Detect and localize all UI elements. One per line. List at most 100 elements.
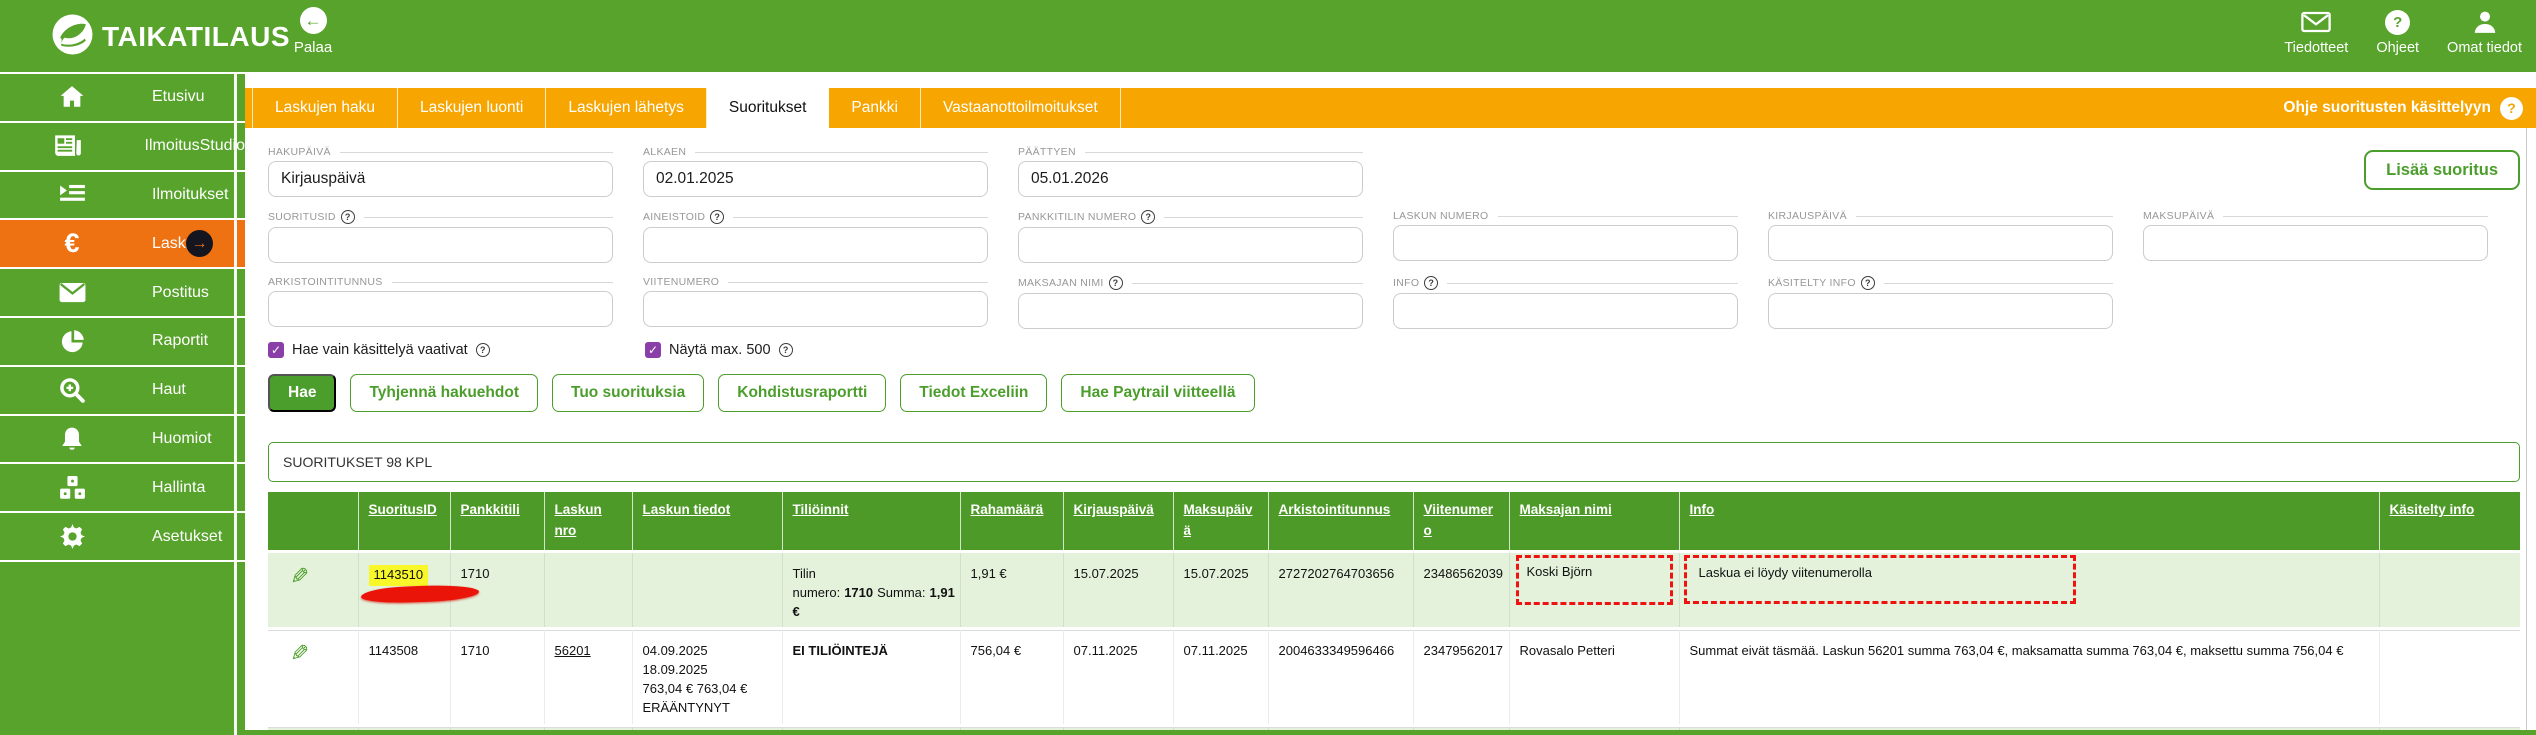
help-icon[interactable]: ? [1861,276,1875,290]
col-pankkitili[interactable]: Pankkitili [450,492,544,551]
hae-button[interactable]: Hae [268,374,336,412]
help-icon[interactable]: ? [476,343,490,357]
laskun-numero-input[interactable] [1393,225,1738,261]
sidebar-item-huomiot[interactable]: Huomiot [0,416,245,465]
cubes-icon [50,475,94,500]
viitenumero-input[interactable] [643,291,988,327]
tiedot-exceliin-button[interactable]: Tiedot Exceliin [900,374,1047,412]
pankkitilin-numero-input[interactable] [1018,227,1363,263]
tuo-suorituksia-button[interactable]: Tuo suorituksia [552,374,704,412]
yellow-highlight-annotation: 1143510 [369,565,429,586]
checkbox-row: ✓ Hae vain käsittelyä vaativat ? ✓ Näytä… [268,342,2520,358]
help-link[interactable]: Ohje suoritusten käsittelyyn ? [2283,88,2536,128]
maksupaiva-input[interactable] [2143,225,2488,261]
paattyen-input[interactable]: 05.01.2026 [1018,161,1363,197]
col-maksupaiva[interactable]: Maksupäivä [1173,492,1268,551]
col-kasitelty-info[interactable]: Käsitelty info [2379,492,2520,551]
col-laskun-nro[interactable]: Laskun nro [544,492,632,551]
col-viitenumero[interactable]: Viitenumero [1413,492,1509,551]
kasitelty-info-input[interactable] [1768,293,2113,329]
table-header-row: SuoritusID Pankkitili Laskun nro Laskun … [268,492,2520,551]
help-icon[interactable]: ? [1424,276,1438,290]
aineistoid-field: AINEISTOID? [643,210,988,263]
sidebar-item-hallinta[interactable]: Hallinta [0,464,245,513]
alkaen-input[interactable]: 02.01.2025 [643,161,988,197]
sidebar-item-ilmoitukset[interactable]: Ilmoitukset [0,172,245,221]
open-submenu-arrow-icon[interactable]: → [186,230,213,257]
back-arrow-icon: ← [300,7,327,34]
kirjauspaiva-field: KIRJAUSPÄIVÄ [1768,210,2113,263]
kirjauspaiva-input[interactable] [1768,225,2113,261]
pie-chart-icon [50,329,94,354]
col-laskun-tiedot[interactable]: Laskun tiedot [632,492,782,551]
sidebar-item-ilmoitusstudio[interactable]: IlmoitusStudio [0,123,245,172]
envelope-icon [50,282,94,303]
results-table: SuoritusID Pankkitili Laskun nro Laskun … [268,492,2520,735]
hae-vain-kasiteltava-checkbox[interactable]: ✓ Hae vain käsittelyä vaativat ? [268,342,645,358]
col-rahamaara[interactable]: Rahamäärä [960,492,1063,551]
edit-pencil-icon[interactable]: ✎ [290,642,309,665]
checkbox-checked-icon: ✓ [268,342,284,358]
col-maksajan-nimi[interactable]: Maksajan nimi [1509,492,1679,551]
tab-laskujen-lahetys[interactable]: Laskujen lähetys [546,88,706,128]
help-icon[interactable]: ? [779,343,793,357]
tiedotteet-label: Tiedotteet [2284,40,2348,56]
tab-suoritukset[interactable]: Suoritukset [707,88,830,128]
laskun-nro-link[interactable]: 56201 [555,643,591,658]
filter-row-2: SUORITUSID? AINEISTOID? PANKKITILIN NUME… [268,210,2520,263]
main-content: Laskujen haku Laskujen luonti Laskujen l… [245,72,2536,735]
results-summary: SUORITUKSET 98 KPL [268,442,2520,482]
tab-pankki[interactable]: Pankki [829,88,921,128]
tab-laskujen-luonti[interactable]: Laskujen luonti [398,88,546,128]
maksajan-nimi-input[interactable] [1018,293,1363,329]
sidebar-item-asetukset[interactable]: Asetukset [0,513,245,562]
tiedotteet-button[interactable]: Tiedotteet [2284,9,2348,56]
omat-tiedot-label: Omat tiedot [2447,40,2522,56]
kohdistusraportti-button[interactable]: Kohdistusraportti [718,374,886,412]
sidebar-item-raportit[interactable]: Raportit [0,318,245,367]
ohjeet-button[interactable]: ? Ohjeet [2376,9,2419,56]
sidebar-item-etusivu[interactable]: Etusivu [0,74,245,123]
suoritusid-input[interactable] [268,227,613,263]
hae-paytrail-button[interactable]: Hae Paytrail viitteellä [1061,374,1254,412]
table-row: ✎ 1143508 1710 56201 04.09.2025 18.09.20… [268,629,2520,725]
tab-laskujen-haku[interactable]: Laskujen haku [252,88,398,128]
col-kirjauspaiva[interactable]: Kirjauspäivä [1063,492,1173,551]
sidebar-divider [234,74,237,735]
arkistointitunnus-field: ARKISTOINTITUNNUS [268,276,613,329]
info-input[interactable] [1393,293,1738,329]
sidebar-item-haut[interactable]: Haut [0,367,245,416]
edit-pencil-icon[interactable]: ✎ [290,565,309,588]
sidebar-item-postitus[interactable]: Postitus [0,269,245,318]
bell-icon [50,426,94,452]
app-title: TAIKATILAUS [102,21,290,53]
app-logo: TAIKATILAUS [52,14,290,60]
hakupaiva-select[interactable]: Kirjauspäivä [268,161,613,197]
aineistoid-input[interactable] [643,227,988,263]
help-icon[interactable]: ? [710,210,724,224]
person-icon [2472,9,2498,35]
arkistointitunnus-input[interactable] [268,291,613,327]
back-button[interactable]: ← Palaa [278,7,348,56]
sidebar-item-laskut[interactable]: € Laskut → [0,220,245,269]
envelope-outline-icon [2301,9,2331,35]
app-root: TAIKATILAUS ← Palaa Tiedotteet ? Ohjeet … [0,0,2536,735]
help-icon[interactable]: ? [1109,276,1123,290]
col-tilioinnit[interactable]: Tiliöinnit [782,492,960,551]
lisaa-suoritus-button[interactable]: Lisää suoritus [2364,150,2520,190]
col-info[interactable]: Info [1679,492,2379,551]
help-icon[interactable]: ? [341,210,355,224]
col-arkistointitunnus[interactable]: Arkistointitunnus [1268,492,1413,551]
col-suoritusid[interactable]: SuoritusID [358,492,450,551]
omat-tiedot-button[interactable]: Omat tiedot [2447,9,2522,56]
euro-icon: € [50,230,94,257]
alkaen-field: ALKAEN 02.01.2025 [643,146,988,197]
search-plus-icon [50,377,94,403]
topbar: TAIKATILAUS ← Palaa Tiedotteet ? Ohjeet … [0,0,2536,72]
list-icon [50,183,94,206]
nayta-max-checkbox[interactable]: ✓ Näytä max. 500 ? [645,342,1022,358]
help-icon[interactable]: ? [1141,210,1155,224]
scrollbar[interactable] [2526,128,2527,735]
tab-vastaanottoilmoitukset[interactable]: Vastaanottoilmoitukset [921,88,1121,128]
tyhjenna-hakuehdot-button[interactable]: Tyhjennä hakuehdot [350,374,538,412]
